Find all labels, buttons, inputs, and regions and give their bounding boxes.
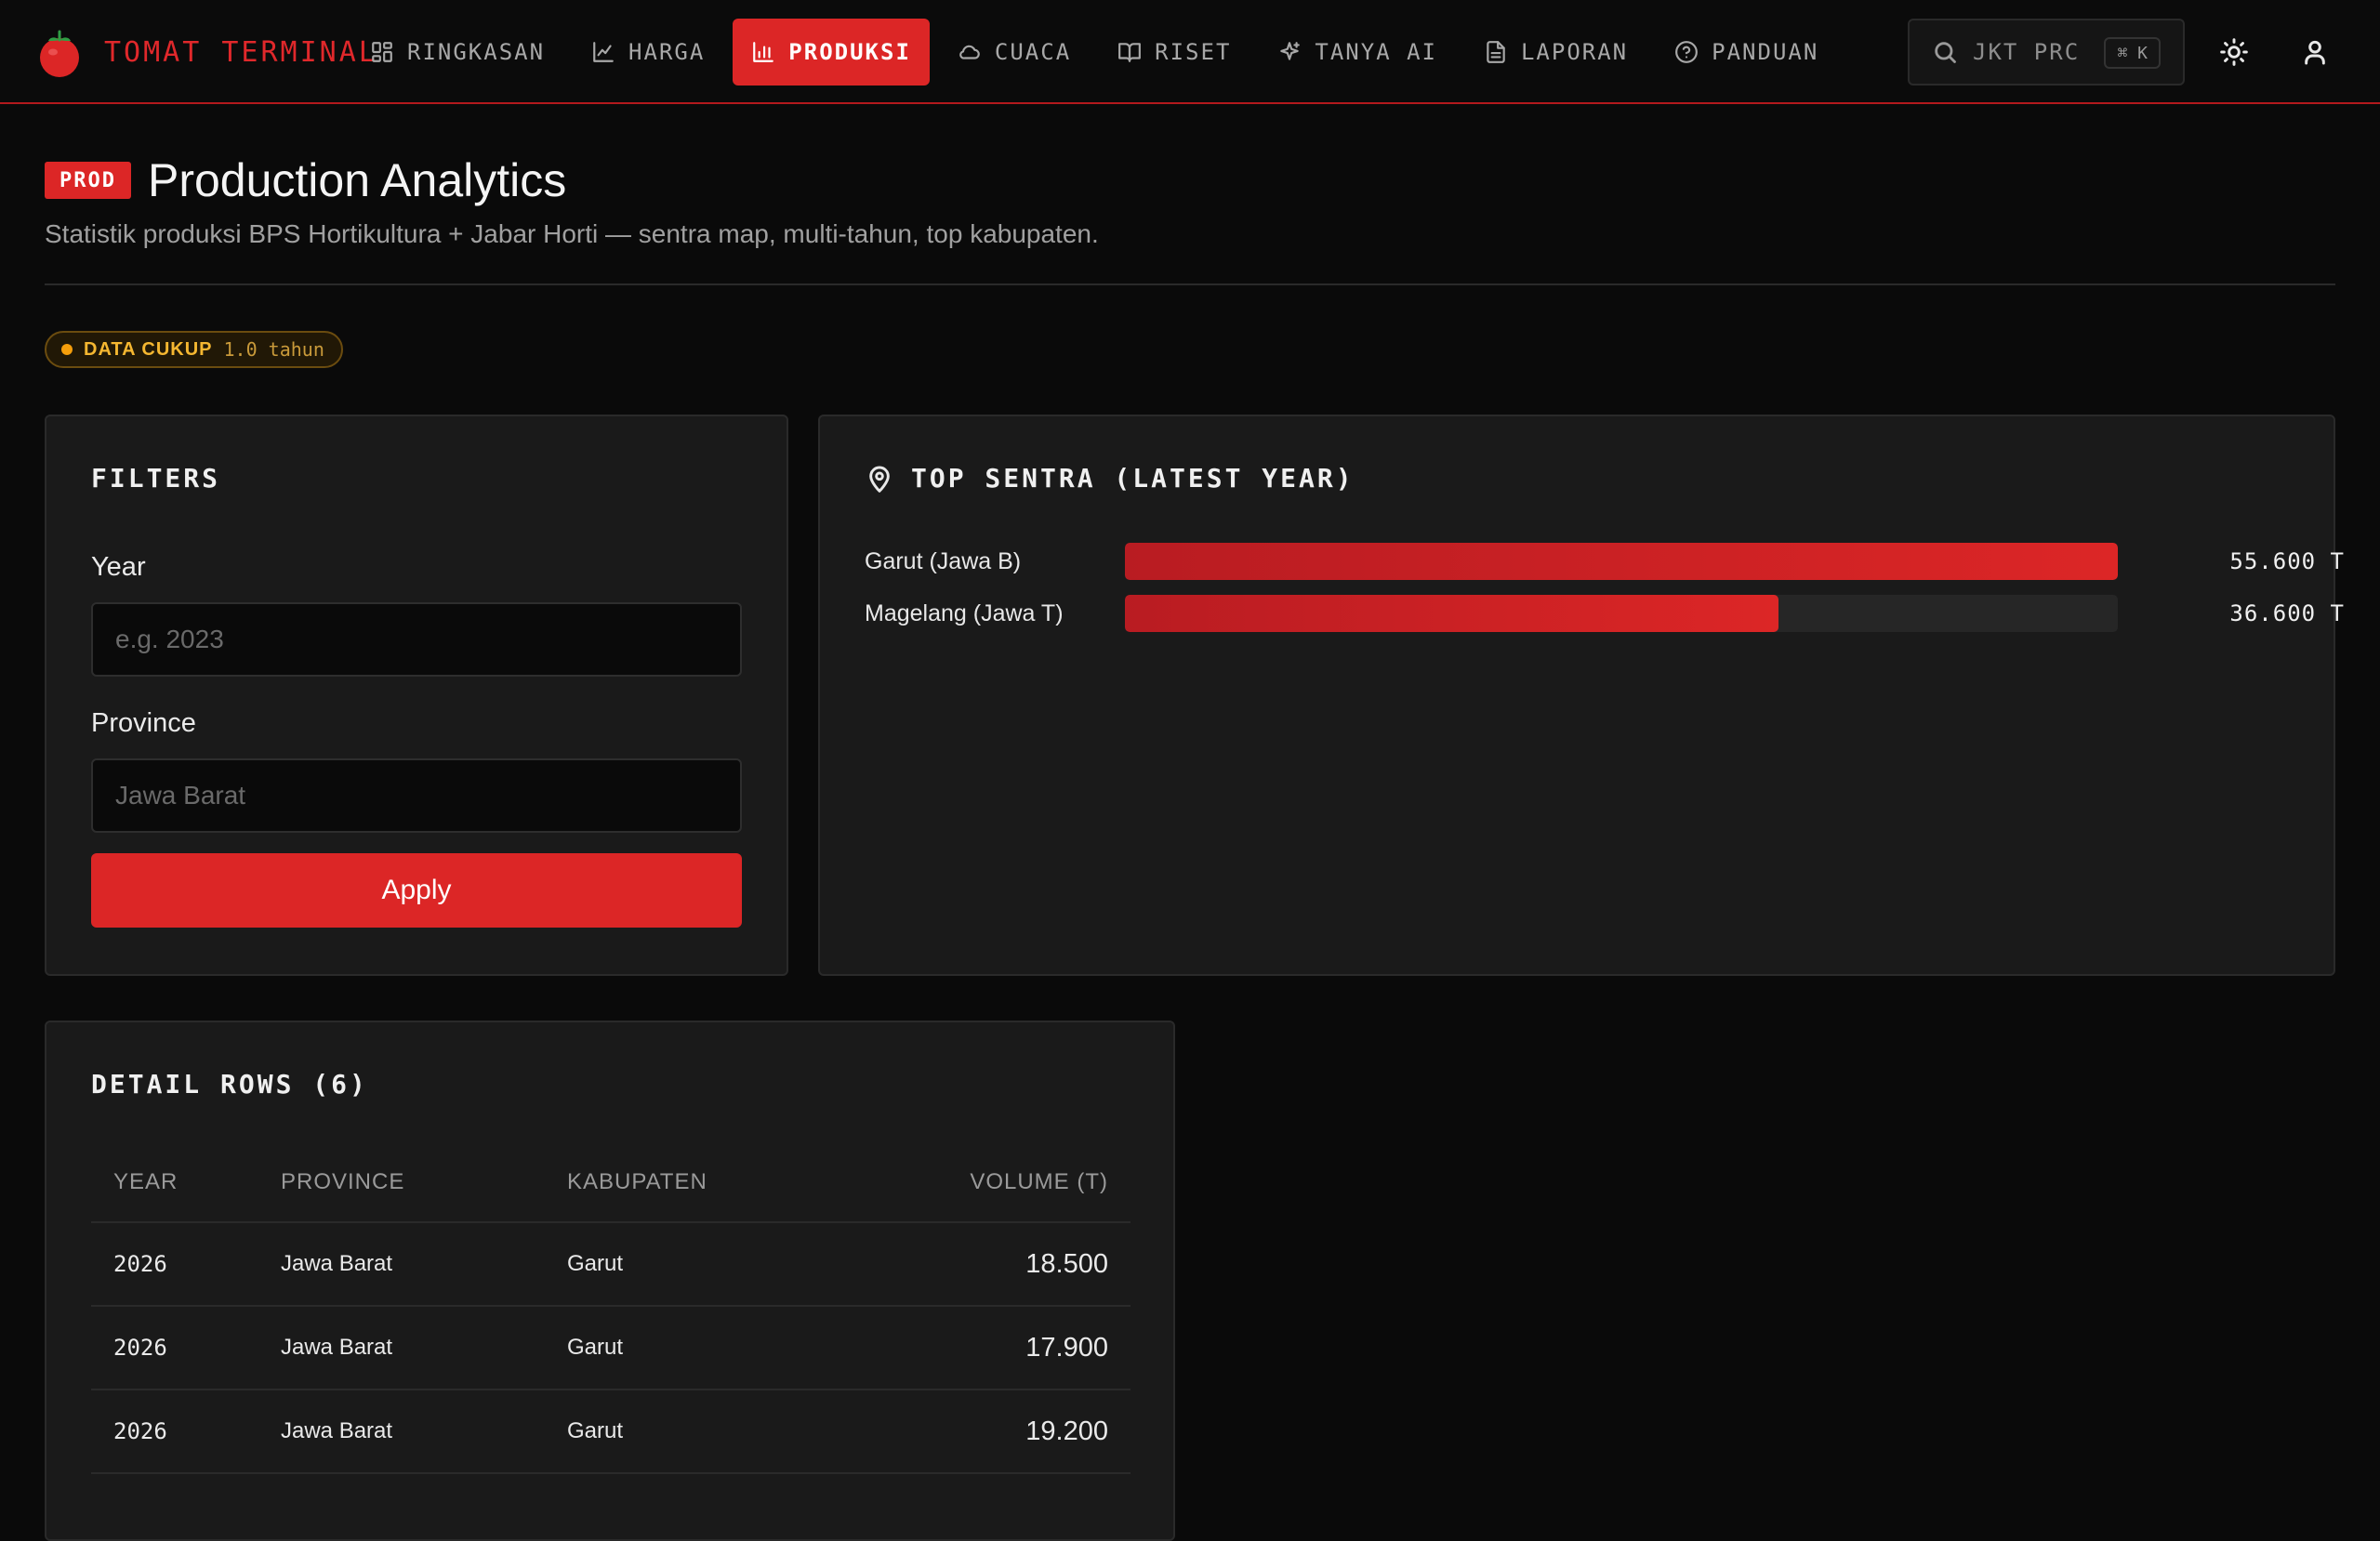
user-icon — [2305, 40, 2325, 65]
book-icon — [1118, 43, 1142, 62]
top-nav-bar: TOMAT TERMINAL RINGKASAN HARGA PRODUKSI … — [0, 0, 2380, 104]
nav-label: CUACA — [994, 39, 1072, 65]
cell-kabupaten: Garut — [545, 1390, 831, 1474]
nav-label: HARGA — [628, 39, 706, 65]
status-dot-icon — [61, 344, 73, 355]
cell-year: 2026 — [91, 1222, 258, 1307]
tomato-icon — [40, 30, 79, 77]
detail-title: DETAIL ROWS (6) — [91, 1069, 368, 1100]
search-icon — [1935, 42, 1956, 63]
status-label: DATA CUKUP — [84, 338, 213, 360]
top-sentra-title: TOP SENTRA (LATEST YEAR) — [865, 463, 1355, 494]
cell-kabupaten: Garut — [545, 1222, 831, 1307]
theme-toggle-button[interactable] — [2210, 28, 2258, 76]
dashboard-icon — [372, 42, 392, 62]
nav-item-panduan[interactable]: PANDUAN — [1656, 19, 1837, 86]
sentra-bar — [1125, 595, 1779, 632]
detail-card: DETAIL ROWS (6) YEAR PROVINCE KABUPATEN … — [45, 1021, 1175, 1541]
page-header: PROD Production Analytics — [45, 153, 566, 207]
page-subtitle: Statistik produksi BPS Hortikultura + Ja… — [45, 219, 1099, 248]
cell-province: Jawa Barat — [258, 1390, 545, 1474]
sentra-label: Magelang (Jawa T) — [865, 599, 1064, 626]
top-sentra-card: TOP SENTRA (LATEST YEAR) Garut (Jawa B) … — [818, 415, 2344, 976]
search-shortcut: ⌘ K — [2104, 37, 2161, 69]
nav-label: TANYA AI — [1315, 39, 1437, 65]
cell-volume: 18.500 — [831, 1222, 1130, 1307]
help-icon — [1675, 41, 1699, 63]
bar-chart-icon — [753, 42, 774, 62]
map-pin-icon — [869, 466, 890, 493]
column-header-volume[interactable]: VOLUME (T) — [831, 1143, 1130, 1223]
nav-item-laporan[interactable]: LAPORAN — [1465, 19, 1646, 86]
column-header-kabupaten[interactable]: KABUPATEN — [545, 1143, 831, 1223]
sentra-label: Garut (Jawa B) — [865, 547, 1022, 574]
sentra-bar-track — [1125, 543, 2118, 580]
cell-volume: 19.200 — [831, 1390, 1130, 1474]
table-row: 2026 Jawa Barat Garut 18.500 — [91, 1222, 1130, 1307]
brand[interactable]: TOMAT TERMINAL — [35, 26, 378, 78]
top-sentra-title-text: TOP SENTRA (LATEST YEAR) — [911, 463, 1355, 494]
table-row: 2026 Jawa Barat Garut 17.900 — [91, 1306, 1130, 1390]
province-label: Province — [91, 708, 196, 738]
sun-icon — [2220, 38, 2248, 66]
table-row: 2026 Jawa Barat Garut 19.200 — [91, 1390, 1130, 1474]
prod-badge: PROD — [45, 162, 131, 199]
main-nav: RINGKASAN HARGA PRODUKSI CUACA RISET TAN… — [351, 19, 1846, 86]
cell-province: Jawa Barat — [258, 1306, 545, 1390]
document-icon — [1487, 41, 1505, 63]
column-header-province[interactable]: PROVINCE — [258, 1143, 545, 1223]
sparkle-icon — [1280, 42, 1301, 60]
cell-kabupaten: Garut — [545, 1306, 831, 1390]
nav-label: PRODUKSI — [788, 39, 911, 65]
column-header-year[interactable]: YEAR — [91, 1143, 258, 1223]
nav-item-harga[interactable]: HARGA — [573, 19, 723, 86]
apply-button[interactable]: Apply — [91, 853, 742, 928]
cell-volume: 17.900 — [831, 1306, 1130, 1390]
province-input[interactable] — [91, 758, 742, 833]
search-box[interactable]: JKT PRC ⌘ K — [1908, 19, 2185, 86]
cell-year: 2026 — [91, 1306, 258, 1390]
cloud-icon — [959, 45, 980, 59]
user-button[interactable] — [2291, 28, 2339, 76]
year-label: Year — [91, 552, 146, 582]
page-title: Production Analytics — [147, 154, 567, 206]
nav-item-cuaca[interactable]: CUACA — [939, 19, 1090, 86]
app-name: TOMAT TERMINAL — [104, 35, 378, 69]
nav-label: RINGKASAN — [407, 39, 546, 65]
status-badge: DATA CUKUP 1.0 tahun — [45, 331, 343, 368]
sentra-row: Magelang (Jawa T) 36.600 T — [865, 595, 2345, 632]
nav-item-tanya-ai[interactable]: TANYA AI — [1259, 19, 1456, 86]
cell-province: Jawa Barat — [258, 1222, 545, 1307]
nav-item-ringkasan[interactable]: RINGKASAN — [351, 19, 563, 86]
line-chart-icon — [593, 42, 614, 62]
nav-label: LAPORAN — [1520, 39, 1629, 65]
nav-label: RISET — [1155, 39, 1232, 65]
filters-card: FILTERS Year Province Apply — [45, 415, 788, 976]
sentra-bar-track — [1125, 595, 2118, 632]
cell-year: 2026 — [91, 1390, 258, 1474]
sentra-value: 55.600 T — [2229, 548, 2345, 574]
nav-item-riset[interactable]: RISET — [1099, 19, 1250, 86]
year-input[interactable] — [91, 602, 742, 677]
nav-item-produksi[interactable]: PRODUKSI — [733, 19, 930, 86]
header-divider — [45, 283, 2335, 285]
detail-table: YEAR PROVINCE KABUPATEN VOLUME (T) 2026 … — [91, 1143, 1130, 1474]
status-value: 1.0 tahun — [223, 338, 324, 361]
table-header-row: YEAR PROVINCE KABUPATEN VOLUME (T) — [91, 1143, 1130, 1223]
sentra-value: 36.600 T — [2229, 600, 2345, 626]
filters-title: FILTERS — [91, 463, 221, 494]
search-text: JKT PRC — [1973, 39, 2081, 65]
sentra-row: Garut (Jawa B) 55.600 T — [865, 543, 2345, 580]
nav-label: PANDUAN — [1712, 39, 1819, 65]
sentra-bar — [1125, 543, 2118, 580]
